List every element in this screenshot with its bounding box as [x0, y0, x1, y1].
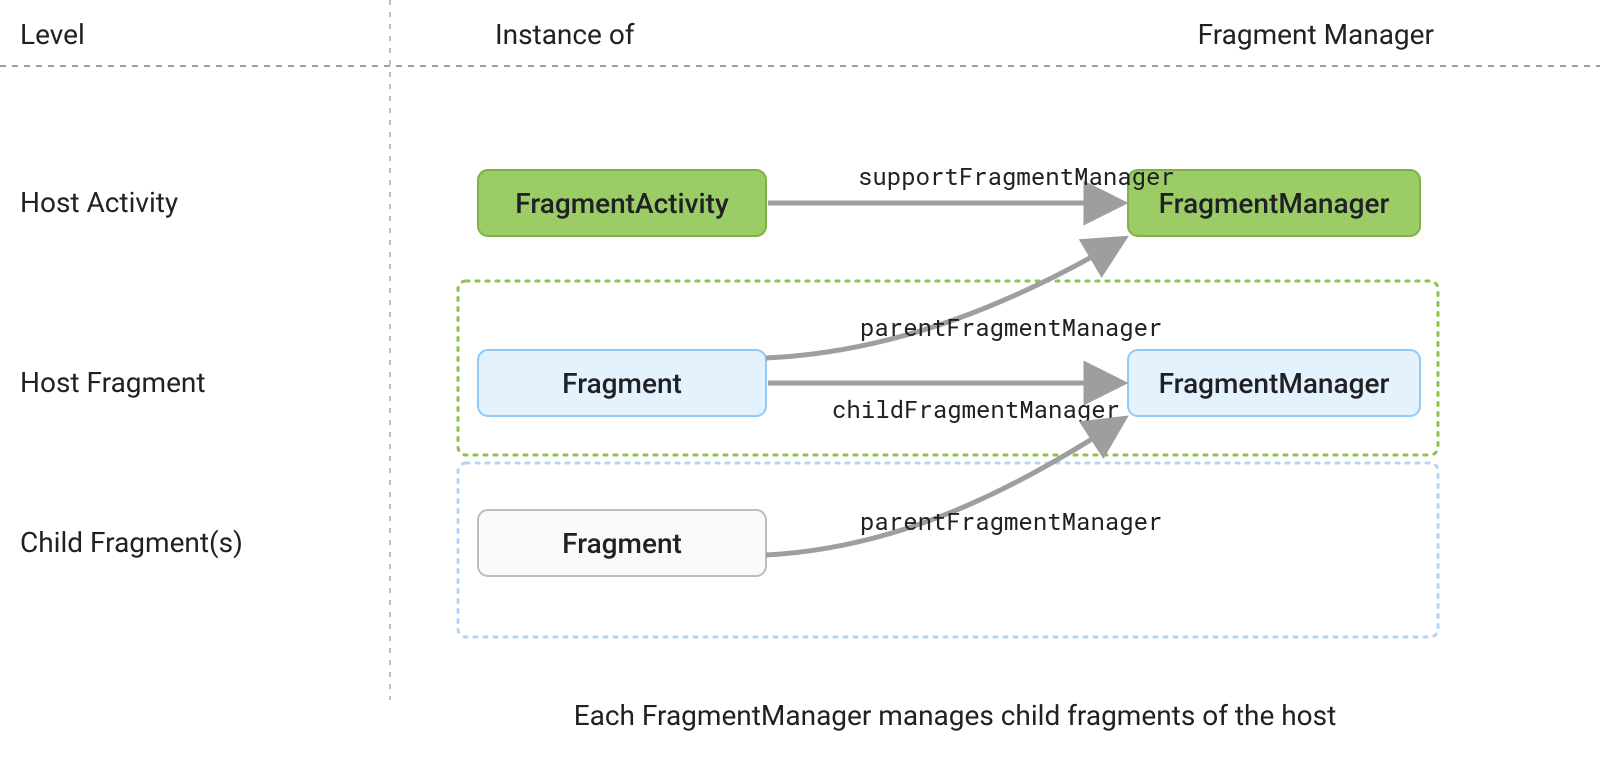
row-label-child-fragments: Child Fragment(s)	[20, 526, 243, 559]
header-level: Level	[20, 18, 85, 51]
fragment-manager-diagram: Level Instance of Fragment Manager Host …	[0, 0, 1600, 774]
row-label-host-fragment: Host Fragment	[20, 366, 206, 399]
header-instance-of: Instance of	[495, 18, 635, 51]
diagram-caption: Each FragmentManager manages child fragm…	[574, 699, 1337, 732]
node-fm-activity-label: FragmentManager	[1159, 187, 1390, 220]
edge-child-fm-label: childFragmentManager	[832, 393, 1120, 425]
edge-support-fm-label: supportFragmentManager	[858, 160, 1175, 192]
node-fragment-host-label: Fragment	[562, 367, 682, 400]
node-fragment-activity-label: FragmentActivity	[515, 187, 729, 220]
header-fragment-manager: Fragment Manager	[1198, 18, 1435, 51]
row-label-host-activity: Host Activity	[20, 186, 178, 219]
node-fragment-child-label: Fragment	[562, 527, 682, 560]
edge-parent-fm-child-label: parentFragmentManager	[860, 505, 1162, 537]
node-fm-host-label: FragmentManager	[1159, 367, 1390, 400]
edge-parent-fm-host-label: parentFragmentManager	[860, 311, 1162, 343]
